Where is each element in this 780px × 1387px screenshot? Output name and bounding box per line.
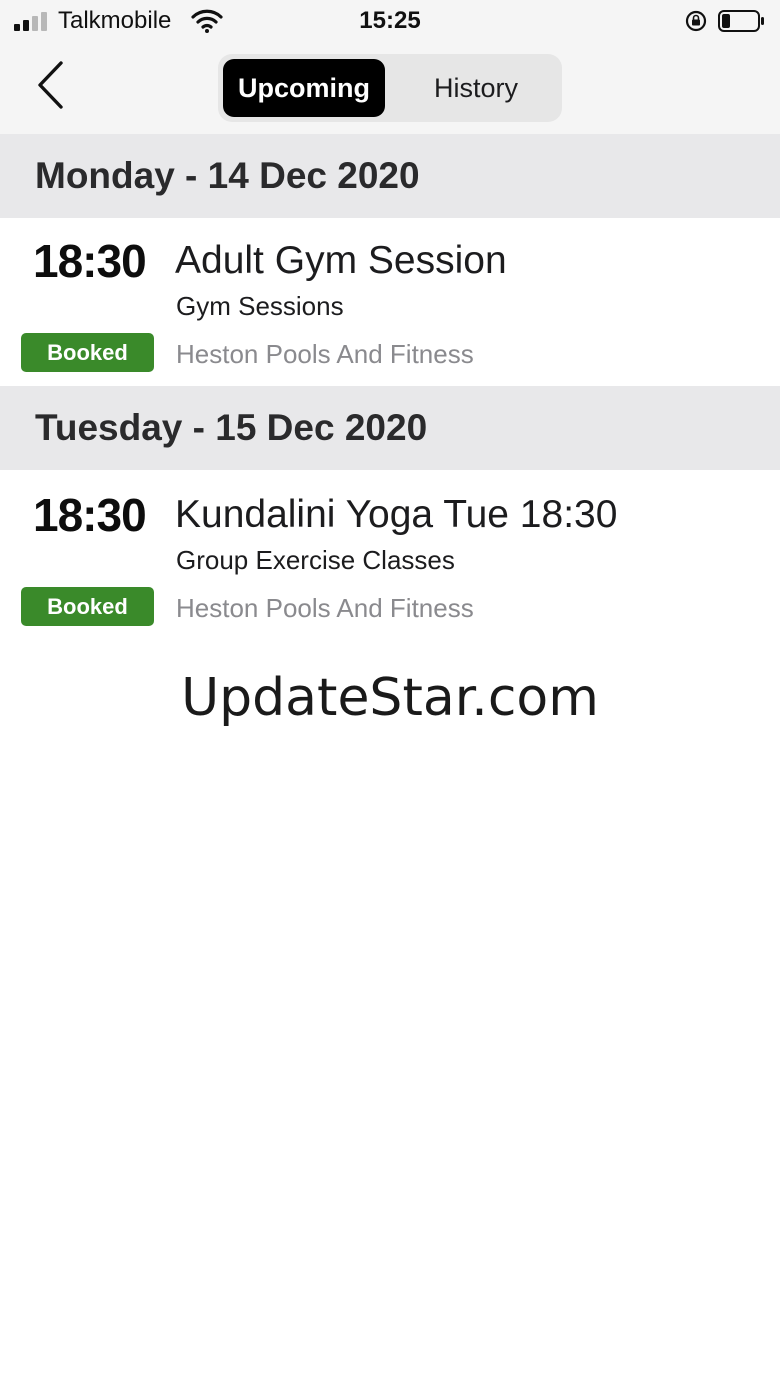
day-header-label: Tuesday - 15 Dec 2020: [35, 407, 428, 448]
tab-history[interactable]: History: [394, 59, 558, 117]
status-time: 15:25: [359, 7, 421, 34]
booking-time: 18:30: [33, 235, 147, 287]
back-button[interactable]: [30, 60, 70, 110]
status-badge: Booked: [21, 333, 154, 372]
booking-row[interactable]: 18:30 Kundalini Yoga Tue 18:30 Group Exe…: [0, 472, 780, 642]
day-header-label: Monday - 14 Dec 2020: [35, 155, 420, 196]
status-bar: Talkmobile 15:25: [0, 0, 780, 42]
booking-title: Adult Gym Session: [175, 239, 507, 282]
status-badge: Booked: [21, 587, 154, 626]
booking-time: 18:30: [33, 489, 147, 541]
nav-bar: Upcoming History: [0, 42, 780, 134]
rotation-lock-icon: [685, 10, 707, 32]
battery-icon: [718, 10, 764, 32]
booking-title: Kundalini Yoga Tue 18:30: [175, 493, 618, 536]
tab-upcoming[interactable]: Upcoming: [223, 59, 385, 117]
bookings-screen: Talkmobile 15:25 Upcoming History Monday…: [0, 0, 780, 1387]
booking-category: Group Exercise Classes: [176, 545, 455, 575]
booking-venue: Heston Pools And Fitness: [176, 593, 474, 623]
booking-venue: Heston Pools And Fitness: [176, 339, 474, 369]
bookings-tab-switcher: Upcoming History: [218, 54, 562, 122]
watermark: UpdateStar.com: [181, 668, 599, 728]
booking-category: Gym Sessions: [176, 291, 344, 321]
day-header: Tuesday - 15 Dec 2020: [0, 386, 780, 470]
day-header: Monday - 14 Dec 2020: [0, 134, 780, 218]
booking-row[interactable]: 18:30 Adult Gym Session Gym Sessions Boo…: [0, 218, 780, 388]
chevron-left-icon: [38, 61, 63, 109]
